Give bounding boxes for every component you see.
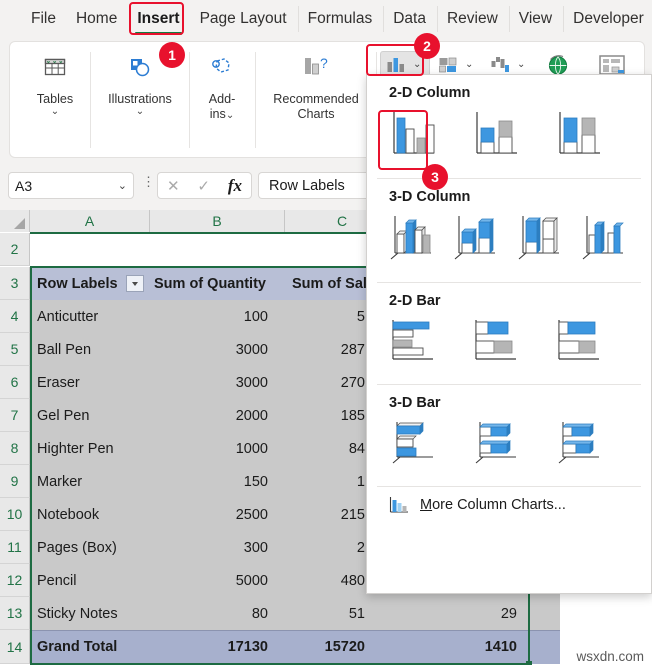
chevron-down-icon[interactable]: ⌄ [517, 59, 525, 70]
reco-label-line2: Charts [297, 106, 335, 121]
more-charts-accel: M [420, 497, 433, 513]
enter-icon[interactable]: ✓ [197, 177, 210, 195]
row-header-9[interactable]: 9 [0, 465, 30, 498]
gallery-section-title-2d-column: 2-D Column [389, 85, 471, 101]
watermark: wsxdn.com [576, 649, 644, 664]
select-all-corner[interactable] [0, 210, 30, 232]
group-divider [255, 52, 256, 148]
gallery-item-clustered-bar[interactable] [389, 317, 437, 370]
reco-label-line1: Recommended [273, 92, 359, 106]
callout-badge-1: 1 [159, 42, 185, 68]
row-header-12[interactable]: 12 [0, 564, 30, 597]
gallery-section-title-3d-bar: 3-D Bar [389, 395, 441, 411]
row-header-6[interactable]: 6 [0, 366, 30, 399]
row-header-7[interactable]: 7 [0, 399, 30, 432]
ribbon-group-illustrations-label: Illustrations [108, 92, 172, 106]
ribbon-group-addins-label: Add- ins⌄ [209, 92, 236, 122]
ribbon-tab-page-layout[interactable]: Page Layout [191, 6, 296, 32]
ribbon-tab-developer[interactable]: Developer [563, 6, 652, 32]
gallery-item-3d-column[interactable] [581, 213, 627, 268]
addins-label-line2: ins [209, 106, 226, 121]
gallery-row-3d-column [367, 209, 651, 282]
ribbon-group-addins[interactable]: Add- ins⌄ [191, 48, 253, 152]
name-box-value: A3 [15, 177, 33, 194]
gallery-row-3d-bar [367, 415, 651, 486]
formula-action-buttons: ✕ ✓ fx [157, 172, 252, 199]
clustered-column-highlight [378, 110, 428, 170]
globe-icon [548, 54, 568, 75]
group-divider [90, 52, 91, 148]
gallery-item-100-percent-stacked-column[interactable] [555, 109, 603, 164]
group-divider [189, 52, 190, 148]
chevron-down-icon[interactable]: ⌄ [465, 59, 473, 70]
gallery-item-3d-stacked-bar[interactable] [472, 419, 520, 472]
insert-function-icon[interactable]: fx [228, 176, 242, 196]
addins-label-line1: Add- [208, 92, 236, 106]
cancel-icon[interactable]: ✕ [167, 177, 180, 195]
row-header-11[interactable]: 11 [0, 531, 30, 564]
callout-badge-2: 2 [414, 33, 440, 59]
ribbon-tab-data[interactable]: Data [383, 6, 435, 32]
ribbon-tab-review[interactable]: Review [436, 6, 507, 32]
ribbon-group-tables-label: Tables [36, 92, 74, 106]
table-icon [42, 54, 68, 85]
gallery-item-3d-stacked-column[interactable] [453, 213, 499, 268]
chevron-down-icon[interactable]: ⌄ [118, 179, 127, 192]
ribbon-group-tables[interactable]: Tables ⌄ [20, 48, 90, 152]
addins-icon [209, 54, 235, 85]
column-chart-icon [389, 497, 408, 513]
chevron-down-icon[interactable]: ⌄ [226, 110, 234, 121]
row-header-10[interactable]: 10 [0, 498, 30, 531]
row-header-13[interactable]: 13 [0, 597, 30, 630]
row-header-4[interactable]: 4 [0, 300, 30, 333]
insert-tab-highlight [129, 2, 184, 35]
column-header-b[interactable]: B [150, 210, 285, 232]
ribbon-tab-file[interactable]: File [22, 6, 65, 32]
ribbon-group-recommended-charts[interactable]: ? Recommended Charts [257, 48, 375, 152]
ribbon-group-recommended-charts-label: Recommended Charts [273, 92, 358, 122]
gallery-row-2d-bar [367, 313, 651, 384]
recommended-charts-icon: ? [301, 54, 331, 85]
formula-bar-grip[interactable]: ⋮ [142, 175, 155, 188]
callout-badge-3: 3 [422, 164, 448, 190]
ribbon-tab-home[interactable]: Home [67, 6, 126, 32]
gallery-section-title-3d-column: 3-D Column [389, 189, 471, 205]
ribbon-tab-formulas[interactable]: Formulas [297, 6, 382, 32]
name-box[interactable]: A3 ⌄ [8, 172, 134, 199]
ribbon-tab-view[interactable]: View [508, 6, 561, 32]
gallery-item-3d-clustered-column[interactable] [389, 213, 435, 268]
gallery-item-stacked-bar[interactable] [472, 317, 520, 370]
ribbon-tab-bar: File Home Insert Page Layout Formulas Da… [0, 0, 652, 38]
gallery-item-3d-clustered-bar[interactable] [389, 419, 437, 472]
row-header-3[interactable]: 3 [0, 267, 30, 300]
row-15-band [30, 665, 560, 671]
more-charts-rest: ore Column Charts... [432, 497, 566, 513]
waterfall-chart-icon [491, 57, 509, 72]
row-header-14[interactable]: 14 [0, 630, 30, 664]
gallery-section-title-2d-bar: 2-D Bar [389, 293, 441, 309]
gallery-item-100-percent-stacked-bar[interactable] [555, 317, 603, 370]
more-column-charts-label: More Column Charts... [420, 497, 566, 513]
gallery-item-3d-100-percent-stacked-column[interactable] [517, 213, 563, 268]
hierarchy-chart-icon [439, 57, 457, 73]
gallery-item-3d-100-percent-stacked-bar[interactable] [555, 419, 603, 472]
row-header-5[interactable]: 5 [0, 333, 30, 366]
chevron-down-icon[interactable]: ⌄ [51, 106, 59, 117]
row-header-2[interactable]: 2 [0, 233, 30, 266]
chevron-down-icon[interactable]: ⌄ [136, 106, 144, 117]
row-header-8[interactable]: 8 [0, 432, 30, 465]
svg-text:?: ? [320, 55, 328, 71]
more-column-charts-item[interactable]: More Column Charts... [367, 487, 651, 523]
pivotchart-icon [599, 54, 625, 75]
gallery-item-stacked-column[interactable] [472, 109, 520, 164]
illustrations-icon [127, 54, 153, 85]
column-header-a[interactable]: A [30, 210, 150, 232]
